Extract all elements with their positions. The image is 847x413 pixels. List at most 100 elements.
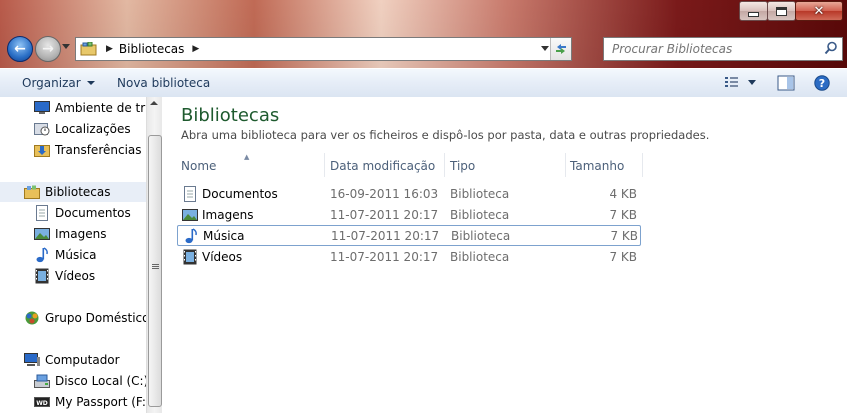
change-view-button[interactable] bbox=[724, 75, 740, 92]
column-header-name[interactable]: Nome bbox=[181, 159, 216, 173]
file-size: 4 KB bbox=[609, 187, 637, 201]
file-list-pane: Bibliotecas Abra uma biblioteca para ver… bbox=[162, 97, 847, 413]
nav-item-downloads[interactable]: Transferências bbox=[34, 140, 142, 160]
file-size: 7 KB bbox=[609, 250, 637, 264]
nav-item-label: Grupo Doméstico bbox=[45, 311, 146, 325]
help-button[interactable]: ? bbox=[814, 75, 830, 94]
refresh-button[interactable] bbox=[550, 38, 571, 60]
minimize-button[interactable] bbox=[739, 1, 768, 21]
file-name: Imagens bbox=[202, 208, 254, 222]
nav-item-label: Computador bbox=[45, 353, 120, 367]
file-date: 11-07-2011 20:17 bbox=[330, 250, 439, 264]
view-list-icon bbox=[725, 77, 738, 87]
search-box[interactable] bbox=[603, 37, 843, 61]
close-button[interactable]: ✕ bbox=[795, 1, 843, 21]
grip-icon bbox=[152, 264, 159, 270]
libraries-icon bbox=[80, 42, 98, 56]
file-size: 7 KB bbox=[610, 229, 638, 243]
column-divider[interactable] bbox=[565, 153, 566, 177]
videos-icon bbox=[182, 249, 198, 265]
address-bar[interactable]: ▶ Bibliotecas ▶ bbox=[75, 37, 572, 61]
help-icon: ? bbox=[814, 75, 830, 91]
file-name: Música bbox=[203, 229, 245, 243]
downloads-folder-icon bbox=[34, 142, 50, 158]
music-icon bbox=[183, 228, 199, 244]
nav-item-label: Localizações bbox=[55, 122, 131, 136]
preview-pane-icon bbox=[777, 75, 795, 91]
sort-ascending-icon: ▲ bbox=[244, 153, 250, 161]
file-name: Vídeos bbox=[202, 250, 243, 264]
command-bar: Organizar Nova biblioteca ? bbox=[0, 68, 847, 98]
nav-item-label: Bibliotecas bbox=[45, 185, 111, 199]
preview-pane-button[interactable] bbox=[777, 75, 795, 94]
svg-text:?: ? bbox=[819, 77, 825, 90]
nav-item-label: Ambiente de trab bbox=[55, 101, 146, 115]
scroll-thumb[interactable] bbox=[148, 135, 162, 407]
search-icon[interactable] bbox=[824, 41, 838, 55]
new-library-button[interactable]: Nova biblioteca bbox=[117, 76, 210, 90]
view-options-dropdown[interactable] bbox=[748, 80, 756, 85]
svg-text:WD: WD bbox=[36, 400, 48, 407]
breadcrumb-libraries[interactable]: Bibliotecas bbox=[119, 42, 184, 56]
file-type: Biblioteca bbox=[451, 229, 511, 243]
column-header-date-modified[interactable]: Data modificação bbox=[330, 159, 435, 173]
nav-item-homegroup[interactable]: Grupo Doméstico bbox=[24, 308, 146, 328]
recent-places-icon bbox=[34, 121, 50, 137]
homegroup-icon bbox=[24, 310, 40, 326]
nav-item-music[interactable]: Música bbox=[34, 245, 97, 265]
organize-button[interactable]: Organizar bbox=[22, 76, 95, 90]
nav-item-label: Transferências bbox=[55, 143, 142, 157]
videos-icon bbox=[34, 268, 50, 284]
nav-item-label: Imagens bbox=[55, 227, 107, 241]
table-row[interactable]: Música 11-07-2011 20:17 Biblioteca 7 KB bbox=[177, 225, 641, 246]
maximize-button[interactable] bbox=[767, 1, 796, 21]
file-type: Biblioteca bbox=[450, 208, 510, 222]
pictures-icon bbox=[182, 207, 198, 223]
navigation-pane: Ambiente de trab Localizações Transferên… bbox=[0, 97, 146, 413]
nav-item-computer[interactable]: Computador bbox=[24, 350, 120, 370]
column-header-type[interactable]: Tipo bbox=[450, 159, 475, 173]
back-arrow-icon: ← bbox=[14, 41, 26, 57]
address-history-dropdown[interactable] bbox=[541, 46, 549, 51]
pictures-icon bbox=[34, 226, 50, 242]
local-disk-icon bbox=[34, 373, 50, 389]
desktop-icon bbox=[34, 100, 50, 116]
file-size: 7 KB bbox=[609, 208, 637, 222]
nav-item-label: Documentos bbox=[55, 206, 131, 220]
file-date: 11-07-2011 20:17 bbox=[330, 208, 439, 222]
chevron-down-icon bbox=[748, 80, 756, 85]
breadcrumb-separator-icon[interactable]: ▶ bbox=[106, 44, 113, 54]
scroll-up-button[interactable] bbox=[148, 97, 160, 111]
computer-icon bbox=[24, 352, 40, 368]
nav-item-label: Disco Local (C:) bbox=[55, 374, 146, 388]
column-divider[interactable] bbox=[642, 153, 643, 177]
nav-item-documents[interactable]: Documentos bbox=[34, 203, 131, 223]
nav-item-local-disk[interactable]: Disco Local (C:) bbox=[34, 371, 146, 391]
nav-item-libraries[interactable]: Bibliotecas bbox=[0, 182, 146, 202]
new-library-label: Nova biblioteca bbox=[117, 76, 211, 90]
forward-button[interactable]: → bbox=[35, 36, 61, 62]
nav-pane-scrollbar[interactable] bbox=[146, 97, 162, 413]
column-divider[interactable] bbox=[324, 153, 325, 177]
breadcrumb-chevron-icon[interactable]: ▶ bbox=[192, 44, 199, 54]
libraries-icon bbox=[24, 184, 40, 200]
recent-pages-dropdown[interactable] bbox=[62, 44, 70, 49]
nav-item-label: Música bbox=[55, 248, 97, 262]
nav-item-recent-places[interactable]: Localizações bbox=[34, 119, 131, 139]
column-divider[interactable] bbox=[444, 153, 445, 177]
nav-item-pictures[interactable]: Imagens bbox=[34, 224, 106, 244]
column-header-size[interactable]: Tamanho bbox=[570, 159, 624, 173]
nav-item-desktop[interactable]: Ambiente de trab bbox=[34, 98, 146, 118]
search-input[interactable] bbox=[610, 41, 819, 57]
table-row[interactable]: Documentos 16-09-2011 16:03 Biblioteca 4… bbox=[177, 184, 639, 204]
table-row[interactable]: Vídeos 11-07-2011 20:17 Biblioteca 7 KB bbox=[177, 247, 639, 267]
nav-item-external-drive[interactable]: WD My Passport (F:) bbox=[34, 392, 146, 412]
table-row[interactable]: Imagens 11-07-2011 20:17 Biblioteca 7 KB bbox=[177, 205, 639, 225]
file-type: Biblioteca bbox=[450, 250, 510, 264]
nav-item-videos[interactable]: Vídeos bbox=[34, 266, 95, 286]
minimize-icon bbox=[748, 11, 759, 17]
file-date: 11-07-2011 20:17 bbox=[331, 229, 440, 243]
file-type: Biblioteca bbox=[450, 187, 510, 201]
organize-label: Organizar bbox=[22, 76, 81, 90]
back-button[interactable]: ← bbox=[7, 36, 33, 62]
